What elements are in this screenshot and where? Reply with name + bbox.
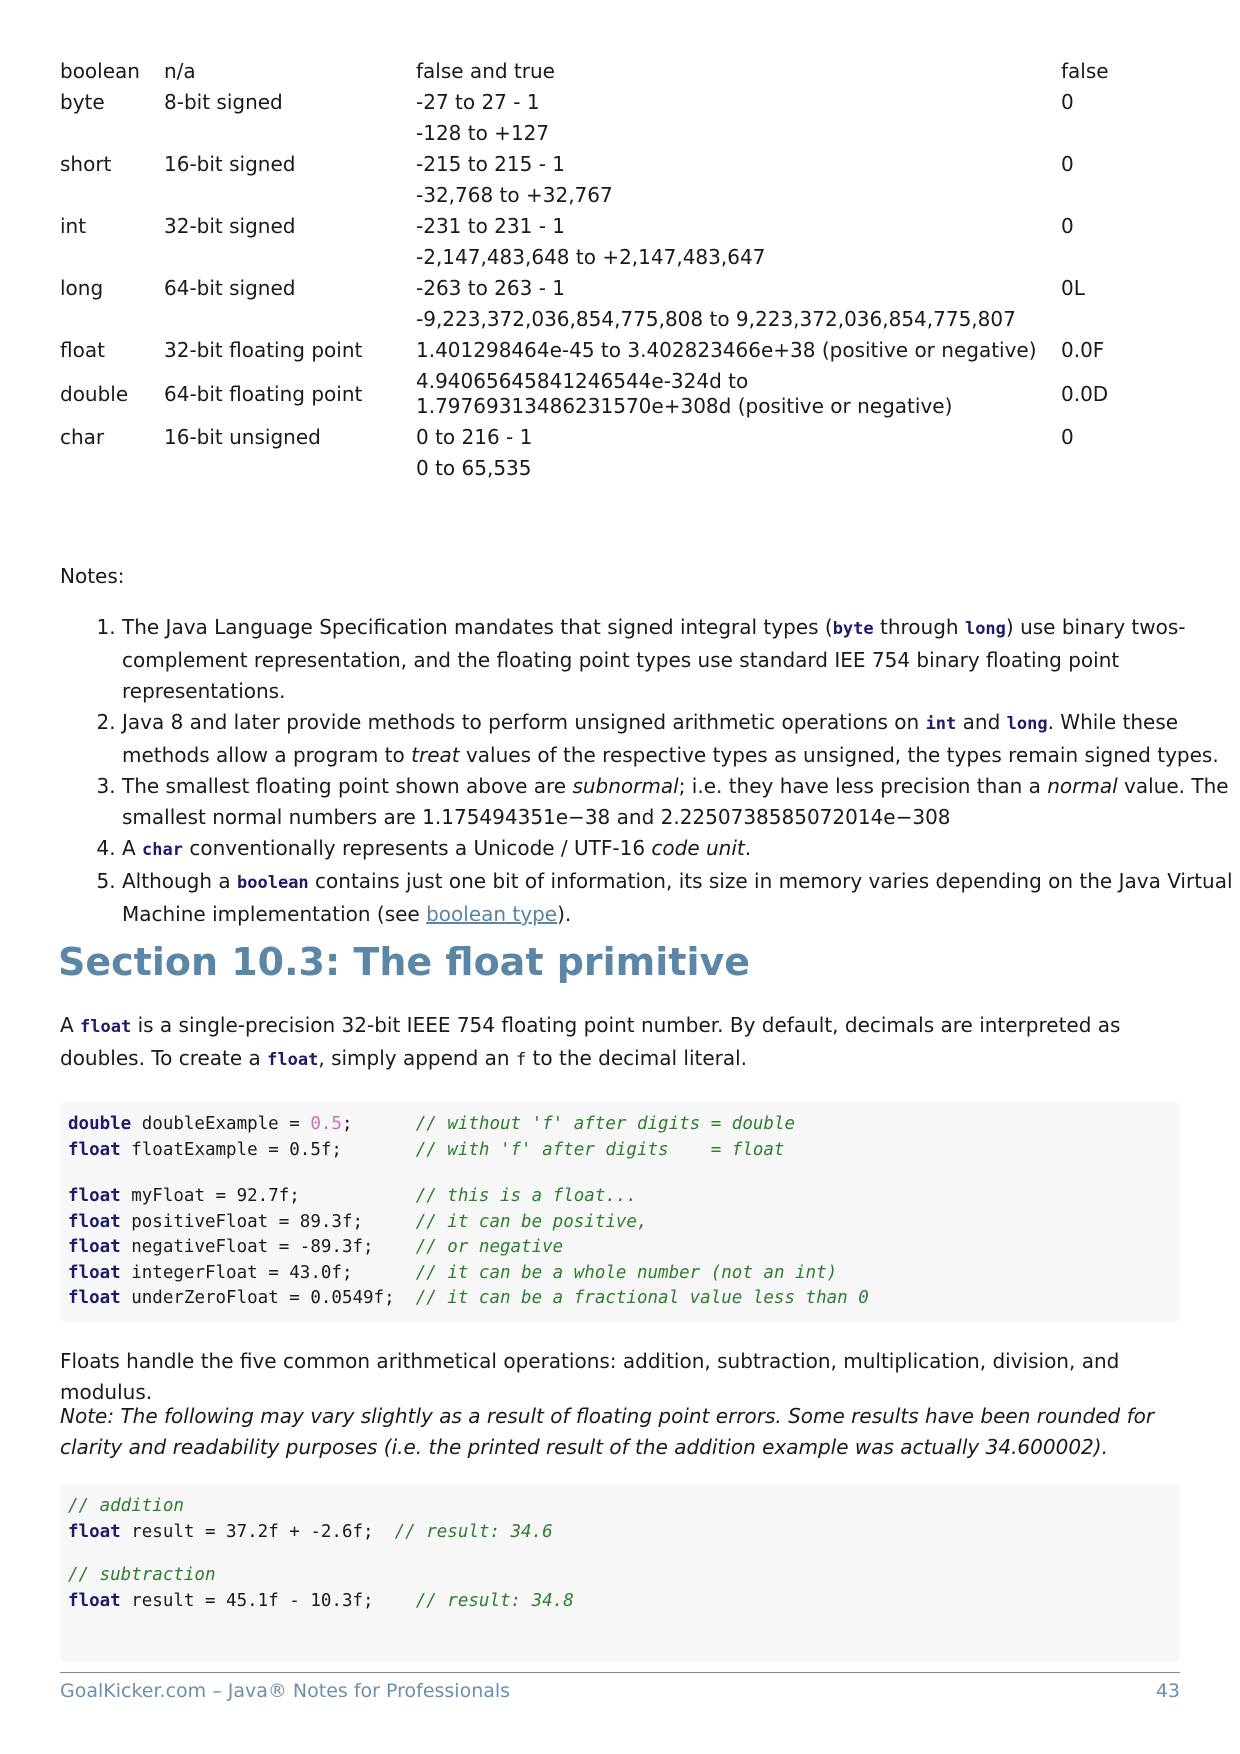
table-cell-desc: n/a (164, 59, 196, 83)
code-line: float result = 45.1f - 10.3f; // result:… (68, 1590, 574, 1611)
table-cell-default (1061, 453, 1181, 484)
table-cell-default: 0.0F (1061, 338, 1105, 362)
notes-label: Notes: (60, 564, 125, 588)
table-cell-type: double (60, 381, 129, 406)
table-cell-default (1061, 304, 1181, 335)
footer-title: GoalKicker.com – Java® Notes for Profess… (60, 1680, 511, 1702)
table-cell-default (1061, 118, 1181, 149)
table-cell-range: -128 to +127 (416, 121, 550, 145)
table-cell-range: -215 to 215 - 1 (416, 152, 566, 176)
table-cell-range: 4.94065645841246544e-324d to 1.797693134… (416, 369, 953, 418)
footer-divider (60, 1672, 1180, 1673)
table-cell-type (60, 242, 164, 273)
table-cell-desc (164, 180, 416, 211)
note-item: The smallest floating point shown above … (122, 771, 1240, 833)
table-row: boolean n/a false and true false (60, 56, 1181, 87)
table-row: -128 to +127 (60, 118, 1181, 149)
table-cell-desc (164, 242, 416, 273)
table-row: short 16-bit signed -215 to 215 - 1 0 (60, 149, 1181, 180)
code-line: float underZeroFloat = 0.0549f; // it ca… (68, 1288, 869, 1308)
table-cell-desc: 8-bit signed (164, 90, 283, 114)
code-line: float result = 37.2f + -2.6f; // result:… (68, 1521, 553, 1542)
table-cell-default (1061, 242, 1181, 273)
section-heading: Section 10.3: The float primitive (58, 940, 751, 984)
table-cell-range: 0 to 216 - 1 (416, 425, 533, 449)
table-cell-type: long (60, 276, 104, 300)
notes-list: The Java Language Specification mandates… (60, 612, 1240, 930)
table-cell-default: 0 (1061, 425, 1074, 449)
table-cell-range: 0 to 65,535 (416, 456, 532, 480)
code-line: // addition (68, 1496, 184, 1516)
table-row: long 64-bit signed -263 to 263 - 1 0L (60, 273, 1181, 304)
note-item: Java 8 and later provide methods to perf… (122, 707, 1240, 771)
table-cell-type (60, 453, 164, 484)
table-cell-range: -2,147,483,648 to +2,147,483,647 (416, 245, 766, 269)
boolean-type-link[interactable]: boolean type (426, 902, 557, 926)
table-cell-type: byte (60, 90, 105, 114)
table-cell-range: -27 to 27 - 1 (416, 90, 540, 114)
code-line: float myFloat = 92.7f; // this is a floa… (68, 1186, 637, 1206)
note-paragraph: Note: The following may vary slightly as… (60, 1404, 1155, 1459)
table-row: int 32-bit signed -231 to 231 - 1 0 (60, 211, 1181, 242)
table-cell-default: 0 (1061, 152, 1074, 176)
table-row: 0 to 65,535 (60, 453, 1181, 484)
page-number: 43 (1155, 1680, 1180, 1702)
note-item: The Java Language Specification mandates… (122, 612, 1240, 707)
table-cell-desc (164, 453, 416, 484)
code-line: float positiveFloat = 89.3f; // it can b… (68, 1211, 648, 1232)
table-cell-range: -32,768 to +32,767 (416, 183, 613, 207)
code-line: double doubleExample = 0.5; // without '… (68, 1114, 796, 1134)
table-cell-default: false (1061, 59, 1109, 83)
table-row: double 64-bit floating point 4.94065645841… (60, 366, 1181, 422)
operations-paragraph: Floats handle the five common arithmetic… (60, 1349, 1120, 1404)
table-row: float 32-bit floating point 1.401298464e-4… (60, 335, 1181, 366)
table-row: -32,768 to +32,767 (60, 180, 1181, 211)
table-cell-type: char (60, 425, 105, 449)
table-cell-default: 0 (1061, 214, 1074, 238)
table-cell-desc: 64-bit floating point (164, 381, 363, 406)
table-cell-desc: 16-bit unsigned (164, 425, 321, 449)
table-row: byte 8-bit signed -27 to 27 - 1 0 (60, 87, 1181, 118)
code-line: float integerFloat = 43.0f; // it can be… (68, 1262, 838, 1283)
table-cell-type (60, 180, 164, 211)
float-intro-paragraph: A float is a single-precision 32-bit IEE… (60, 1013, 1121, 1070)
code-block-float-examples: double doubleExample = 0.5; // without '… (60, 1102, 1180, 1322)
code-line: // subtraction (68, 1565, 216, 1585)
table-cell-range: 1.401298464e-45 to 3.402823466e+38 (posi… (416, 338, 1037, 362)
table-cell-type (60, 304, 164, 335)
table-cell-type: float (60, 338, 105, 362)
table-cell-desc: 64-bit signed (164, 276, 296, 300)
table-cell-default (1061, 180, 1181, 211)
table-cell-default: 0 (1061, 90, 1074, 114)
table-cell-desc: 16-bit signed (164, 152, 296, 176)
primitive-types-table: boolean n/a false and true false byte 8-bit s… (60, 56, 1181, 484)
table-cell-range: -9,223,372,036,854,775,808 to 9,223,372,… (416, 307, 1016, 331)
table-row: char 16-bit unsigned 0 to 216 - 1 0 (60, 422, 1181, 453)
table-cell-desc (164, 304, 416, 335)
note-item: Although a boolean contains just one bit… (122, 866, 1240, 930)
note-item: A char conventionally represents a Unico… (122, 833, 1240, 866)
table-row: -9,223,372,036,854,775,808 to 9,223,372,… (60, 304, 1181, 335)
table-cell-default: 0.0D (1061, 381, 1109, 406)
table-cell-type: int (60, 214, 87, 238)
code-block-operations: // addition float result = 37.2f + -2.6f;… (60, 1484, 1180, 1662)
table-cell-range: -263 to 263 - 1 (416, 276, 566, 300)
table-cell-range: false and true (416, 59, 555, 83)
code-line: float negativeFloat = -89.3f; // or nega… (68, 1237, 564, 1257)
table-cell-desc: 32-bit floating point (164, 338, 363, 362)
table-cell-type (60, 118, 164, 149)
table-cell-type: boolean (60, 59, 140, 83)
code-line: float floatExample = 0.5f; // with 'f' a… (68, 1139, 785, 1160)
table-cell-desc (164, 118, 416, 149)
table-cell-type: short (60, 152, 112, 176)
table-cell-range: -231 to 231 - 1 (416, 214, 566, 238)
table-cell-default: 0L (1061, 276, 1085, 300)
table-row: -2,147,483,648 to +2,147,483,647 (60, 242, 1181, 273)
table-cell-desc: 32-bit signed (164, 214, 296, 238)
